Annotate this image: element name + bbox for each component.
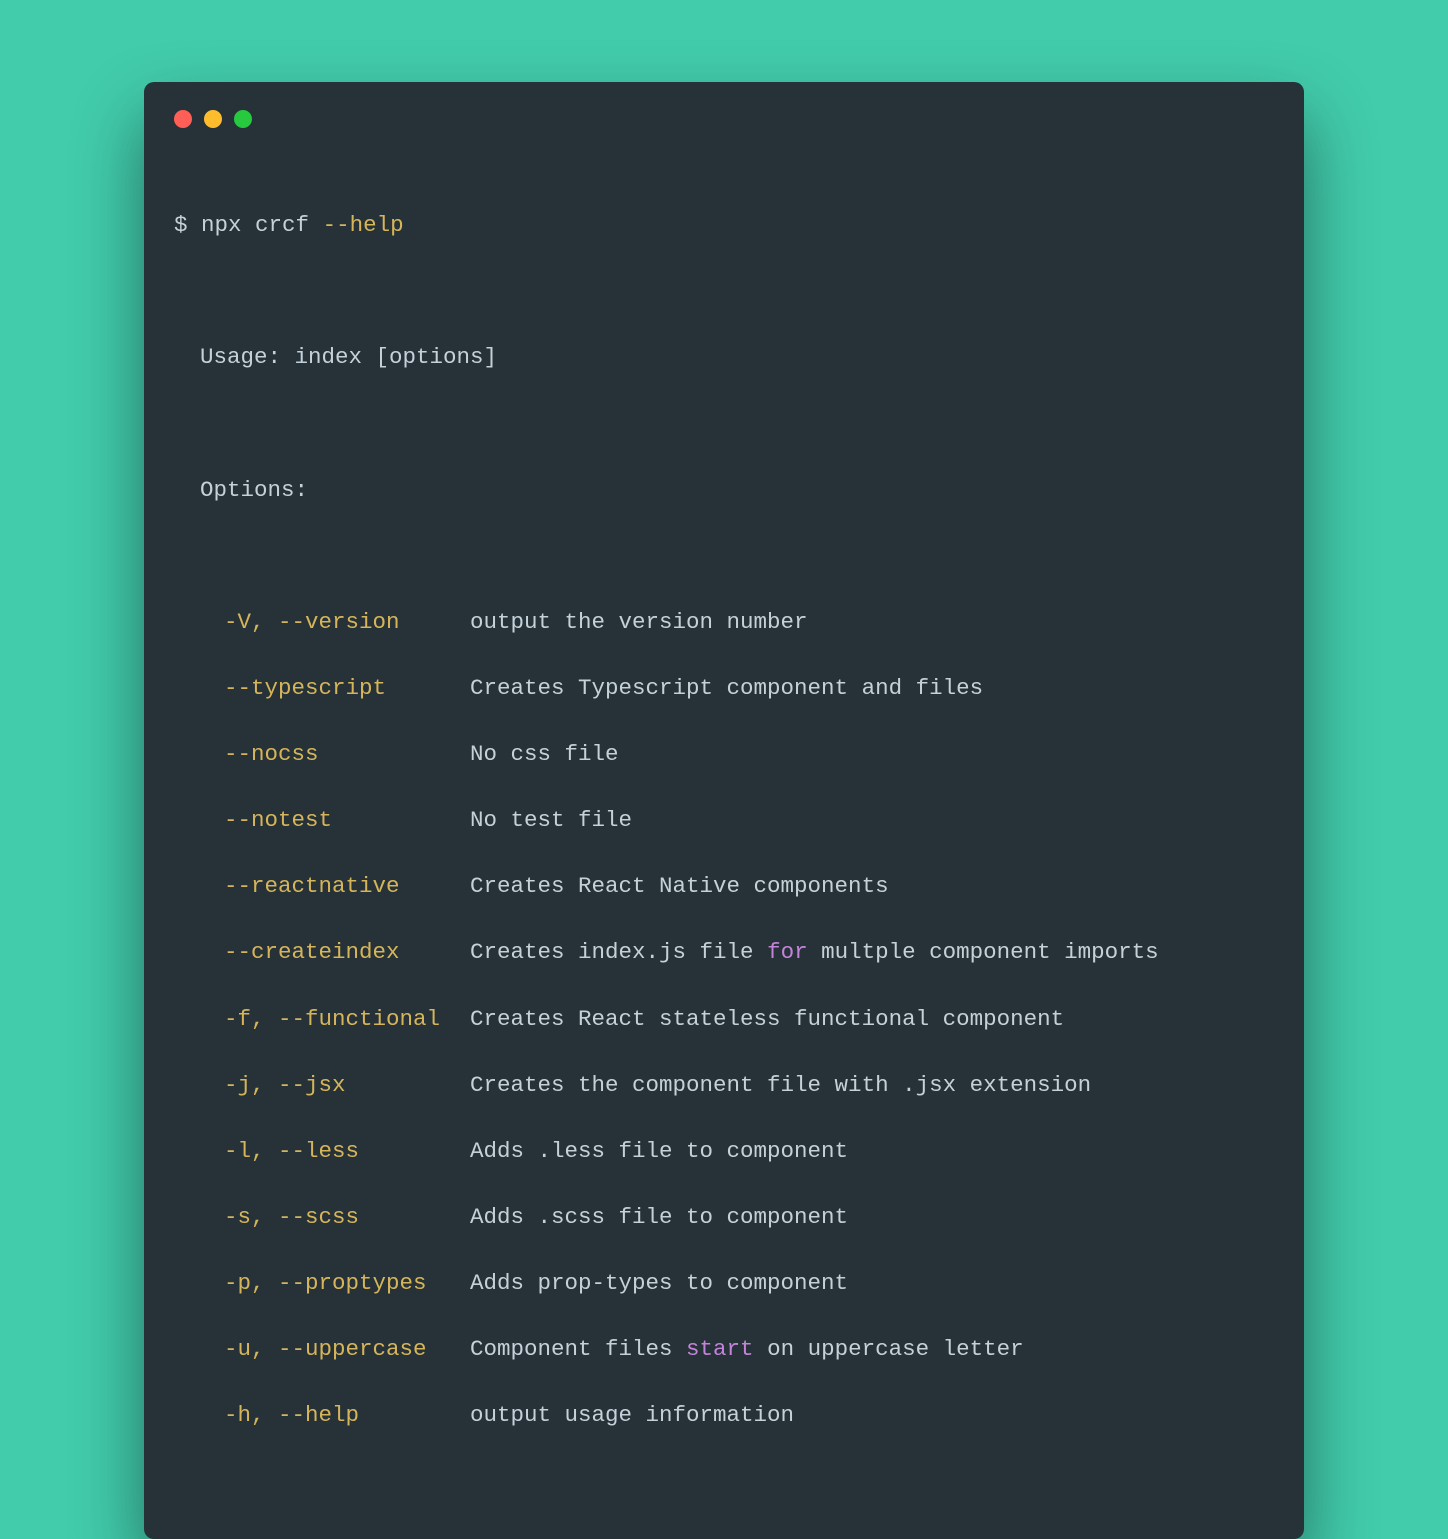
minimize-icon[interactable] xyxy=(204,110,222,128)
close-icon[interactable] xyxy=(174,110,192,128)
command-flag: --help xyxy=(323,212,404,238)
terminal-content: $ npx crcf --help Usage: index [options]… xyxy=(174,176,1274,1499)
option-flag: --nocss xyxy=(224,738,470,771)
option-row: -p, --proptypesAdds prop-types to compon… xyxy=(174,1267,1274,1300)
option-flag: -j, --jsx xyxy=(224,1069,470,1102)
option-row: -h, --helpoutput usage information xyxy=(174,1399,1274,1432)
option-flag: --typescript xyxy=(224,672,470,705)
option-desc: No test file xyxy=(470,804,632,837)
options-header: Options: xyxy=(174,474,1274,507)
option-row: -u, --uppercaseComponent files start on … xyxy=(174,1333,1274,1366)
option-desc: Adds .less file to component xyxy=(470,1135,848,1168)
option-desc: No css file xyxy=(470,738,619,771)
terminal-window: $ npx crcf --help Usage: index [options]… xyxy=(144,82,1304,1539)
command-text: npx crcf xyxy=(201,212,323,238)
option-desc: Creates React Native components xyxy=(470,870,889,903)
option-desc: Adds .scss file to component xyxy=(470,1201,848,1234)
option-desc: output the version number xyxy=(470,606,808,639)
option-flag: -p, --proptypes xyxy=(224,1267,470,1300)
maximize-icon[interactable] xyxy=(234,110,252,128)
command-line: $ npx crcf --help xyxy=(174,209,1274,242)
keyword: for xyxy=(767,939,808,965)
option-desc: output usage information xyxy=(470,1399,794,1432)
option-row: --nocssNo css file xyxy=(174,738,1274,771)
option-row: -l, --lessAdds .less file to component xyxy=(174,1135,1274,1168)
option-flag: --createindex xyxy=(224,936,470,969)
option-desc: Creates the component file with .jsx ext… xyxy=(470,1069,1091,1102)
option-row: -j, --jsxCreates the component file with… xyxy=(174,1069,1274,1102)
option-row: --typescriptCreates Typescript component… xyxy=(174,672,1274,705)
option-desc: Component files start on uppercase lette… xyxy=(470,1333,1024,1366)
traffic-lights xyxy=(174,110,1274,128)
option-flag: -f, --functional xyxy=(224,1003,470,1036)
option-flag: -h, --help xyxy=(224,1399,470,1432)
option-desc: Adds prop-types to component xyxy=(470,1267,848,1300)
option-row: -f, --functionalCreates React stateless … xyxy=(174,1003,1274,1036)
option-flag: -V, --version xyxy=(224,606,470,639)
option-row: --notestNo test file xyxy=(174,804,1274,837)
keyword: start xyxy=(686,1336,754,1362)
option-desc: Creates React stateless functional compo… xyxy=(470,1003,1064,1036)
option-flag: -s, --scss xyxy=(224,1201,470,1234)
option-row: --createindexCreates index.js file for m… xyxy=(174,936,1274,969)
option-flag: -l, --less xyxy=(224,1135,470,1168)
option-flag: --notest xyxy=(224,804,470,837)
option-row: -s, --scssAdds .scss file to component xyxy=(174,1201,1274,1234)
option-flag: -u, --uppercase xyxy=(224,1333,470,1366)
usage-line: Usage: index [options] xyxy=(174,341,1274,374)
option-flag: --reactnative xyxy=(224,870,470,903)
option-desc: Creates Typescript component and files xyxy=(470,672,983,705)
option-desc: Creates index.js file for multple compon… xyxy=(470,936,1159,969)
prompt-symbol: $ xyxy=(174,212,188,238)
option-row: --reactnativeCreates React Native compon… xyxy=(174,870,1274,903)
option-row: -V, --versionoutput the version number xyxy=(174,606,1274,639)
